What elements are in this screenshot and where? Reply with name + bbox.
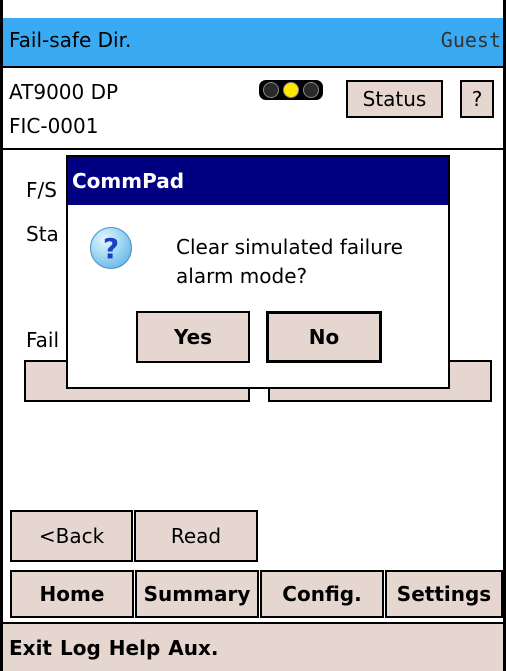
- tab-config[interactable]: Config.: [260, 570, 384, 618]
- page-title: Fail-safe Dir.: [9, 28, 132, 52]
- tab-settings[interactable]: Settings: [385, 570, 503, 618]
- fail-label: Fail: [26, 328, 60, 352]
- help-button[interactable]: ?: [460, 80, 494, 118]
- status-field-label: Sta: [26, 222, 59, 246]
- read-button[interactable]: Read: [134, 510, 258, 562]
- back-button[interactable]: <Back: [10, 510, 133, 562]
- menu-bar: Exit Log Help Aux.: [3, 622, 503, 671]
- menu-exit[interactable]: Exit: [9, 636, 52, 660]
- question-icon: ?: [90, 227, 132, 269]
- title-bar: Fail-safe Dir. Guest: [3, 18, 503, 68]
- device-model: AT9000 DP: [9, 80, 119, 104]
- traffic-light-icon: [259, 80, 323, 100]
- tab-home[interactable]: Home: [10, 570, 134, 618]
- device-tag: FIC-0001: [9, 114, 99, 138]
- tab-summary[interactable]: Summary: [135, 570, 259, 618]
- confirm-dialog: CommPad ? Clear simulated failure alarm …: [66, 155, 450, 389]
- fs-label: F/S: [26, 178, 57, 202]
- tab-bar: Home Summary Config. Settings: [3, 570, 503, 618]
- no-button[interactable]: No: [266, 311, 382, 363]
- status-button[interactable]: Status: [346, 80, 443, 118]
- menu-help[interactable]: Help: [109, 636, 160, 660]
- dialog-message: Clear simulated failure alarm mode?: [176, 235, 403, 288]
- light-off-icon: [263, 82, 279, 98]
- light-yellow-icon: [283, 82, 299, 98]
- dialog-title: CommPad: [68, 157, 448, 205]
- light-off-icon: [303, 82, 319, 98]
- user-label: Guest: [440, 28, 501, 52]
- device-header: AT9000 DP FIC-0001 Status ?: [3, 68, 503, 150]
- menu-log[interactable]: Log: [60, 636, 101, 660]
- menu-aux[interactable]: Aux.: [168, 636, 218, 660]
- yes-button[interactable]: Yes: [136, 311, 250, 363]
